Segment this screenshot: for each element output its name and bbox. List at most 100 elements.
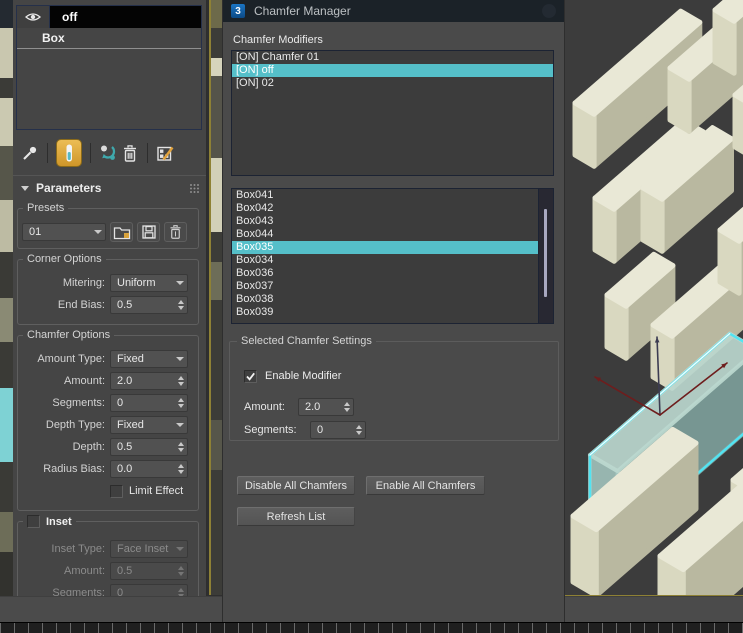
spinner-arrows-icon[interactable] <box>175 376 187 386</box>
save-preset-button[interactable] <box>137 222 160 242</box>
pin-stack-button[interactable] <box>19 142 41 164</box>
viewport-gap-sliver <box>207 0 222 596</box>
corner-options-group-title: Corner Options <box>23 253 106 265</box>
delete-preset-button[interactable] <box>164 222 187 242</box>
inset-checkbox[interactable] <box>27 515 40 528</box>
make-unique-button[interactable] <box>97 142 119 164</box>
rollout-title: Parameters <box>36 181 102 195</box>
depth-type-label: Depth Type: <box>45 419 105 431</box>
limit-effect-checkbox[interactable] <box>110 484 123 498</box>
objects-list[interactable]: Box041 Box042 Box043 Box044 Box035 Box034 Box0… <box>231 188 554 324</box>
grip-dots-icon <box>190 183 199 193</box>
disable-all-chamfers-button[interactable]: Disable All Chamfers <box>237 476 355 495</box>
mitering-row: Mitering: Uniform <box>22 274 194 292</box>
radius-bias-label: Radius Bias: <box>43 463 105 475</box>
configure-modifier-sets-button[interactable] <box>154 142 176 164</box>
chamfer-options-group-title: Chamfer Options <box>23 329 115 341</box>
segments-spinner[interactable]: 0 <box>110 394 188 412</box>
dialog-titlebar[interactable]: 3 Chamfer Manager <box>223 0 564 22</box>
inset-group-title: Inset <box>23 515 76 528</box>
radius-bias-value: 0.0 <box>117 463 133 475</box>
spinner-arrows-icon[interactable] <box>341 402 353 412</box>
object-list-item[interactable]: Box039 <box>232 306 553 319</box>
depth-type-row: Depth Type: Fixed <box>22 416 194 434</box>
configure-sets-icon <box>157 146 174 161</box>
enable-all-chamfers-button[interactable]: Enable All Chamfers <box>366 476 485 495</box>
object-list-item[interactable]: Box036 <box>232 267 553 280</box>
modifier-name-field[interactable]: off <box>50 6 201 28</box>
inset-amount-label: Amount: <box>64 565 105 577</box>
spinner-arrows-icon[interactable] <box>175 588 187 596</box>
trash-icon <box>170 225 181 239</box>
inset-type-label: Inset Type: <box>51 543 105 555</box>
viewport[interactable] <box>565 0 743 597</box>
amount-spinner[interactable]: 2.0 <box>110 372 188 390</box>
inset-type-row: Inset Type: Face Inset <box>22 540 194 558</box>
enable-modifier-label: Enable Modifier <box>265 370 342 382</box>
object-list-item[interactable]: Box041 <box>232 189 553 202</box>
modifier-list-item[interactable]: [ON] Chamfer 01 <box>232 51 553 64</box>
dialog-amount-spinner[interactable]: 2.0 <box>298 398 354 416</box>
depth-type-value: Fixed <box>117 419 144 431</box>
presets-group-title: Presets <box>23 202 69 214</box>
show-end-result-button[interactable] <box>56 139 82 167</box>
inset-segments-value: 0 <box>117 587 124 596</box>
inset-type-dropdown[interactable]: Face Inset <box>110 540 188 558</box>
object-list-item[interactable]: Box038 <box>232 293 553 306</box>
mitering-dropdown[interactable]: Uniform <box>110 274 188 292</box>
modifier-list-item[interactable]: [ON] 02 <box>232 77 553 90</box>
object-list-item[interactable]: Box037 <box>232 280 553 293</box>
dialog-segments-spinner[interactable]: 0 <box>310 421 366 439</box>
trash-icon <box>124 144 136 162</box>
end-bias-spinner[interactable]: 0.5 <box>110 296 188 314</box>
object-list-item[interactable]: Box034 <box>232 254 553 267</box>
object-list-item[interactable]: Box035 <box>232 241 553 254</box>
modifier-stack-row-off[interactable]: off <box>17 6 201 28</box>
object-list-item[interactable]: Box044 <box>232 228 553 241</box>
spinner-arrows-icon[interactable] <box>175 442 187 452</box>
chevron-down-icon <box>173 547 187 551</box>
toolbar-separator <box>147 143 148 163</box>
scrollbar-track[interactable] <box>538 189 553 323</box>
spinner-arrows-icon[interactable] <box>353 425 365 435</box>
end-bias-value: 0.5 <box>117 299 133 311</box>
modifier-stack: off Box <box>16 5 202 130</box>
depth-type-dropdown[interactable]: Fixed <box>110 416 188 434</box>
inset-segments-label: Segments: <box>52 587 105 596</box>
radius-bias-spinner[interactable]: 0.0 <box>110 460 188 478</box>
corner-options-group: Corner Options Mitering: Uniform End Bia… <box>17 253 199 325</box>
segments-value: 0 <box>117 397 124 409</box>
end-bias-label: End Bias: <box>57 299 105 311</box>
dialog-close-button[interactable] <box>542 4 556 18</box>
object-list-item[interactable]: Box043 <box>232 215 553 228</box>
chamfer-modifiers-list[interactable]: [ON] Chamfer 01 [ON] off [ON] 02 <box>231 50 554 176</box>
enable-modifier-checkbox[interactable] <box>244 369 257 383</box>
spinner-arrows-icon[interactable] <box>175 464 187 474</box>
refresh-list-button[interactable]: Refresh List <box>237 507 355 526</box>
preset-dropdown[interactable]: 01 <box>22 223 106 241</box>
modifier-list-item[interactable]: [ON] off <box>232 64 553 77</box>
inset-amount-spinner[interactable]: 0.5 <box>110 562 188 580</box>
checkmark-icon <box>246 372 255 381</box>
folder-icon <box>113 226 130 239</box>
end-bias-row: End Bias: 0.5 <box>22 296 194 314</box>
remove-modifier-button[interactable] <box>119 142 141 164</box>
amount-type-dropdown[interactable]: Fixed <box>110 350 188 368</box>
track-bar-timeline[interactable] <box>0 622 743 633</box>
depth-spinner[interactable]: 0.5 <box>110 438 188 456</box>
scrollbar-thumb[interactable] <box>544 209 547 297</box>
load-preset-button[interactable] <box>110 222 133 242</box>
depth-row: Depth: 0.5 <box>22 438 194 456</box>
spinner-arrows-icon[interactable] <box>175 300 187 310</box>
spinner-arrows-icon[interactable] <box>175 398 187 408</box>
parameters-rollout-header[interactable]: Parameters <box>13 178 206 198</box>
application-window: off Box Parameters Presets 01 Corner Opt… <box>0 0 743 633</box>
spinner-arrows-icon[interactable] <box>175 566 187 576</box>
3dsmax-icon: 3 <box>231 4 245 18</box>
chevron-down-icon <box>91 230 105 234</box>
modifier-visibility-toggle[interactable] <box>17 6 50 28</box>
inset-segments-spinner[interactable]: 0 <box>110 584 188 596</box>
object-list-item[interactable]: Box042 <box>232 202 553 215</box>
amount-type-value: Fixed <box>117 353 144 365</box>
modifier-stack-row-box[interactable]: Box <box>17 28 201 49</box>
